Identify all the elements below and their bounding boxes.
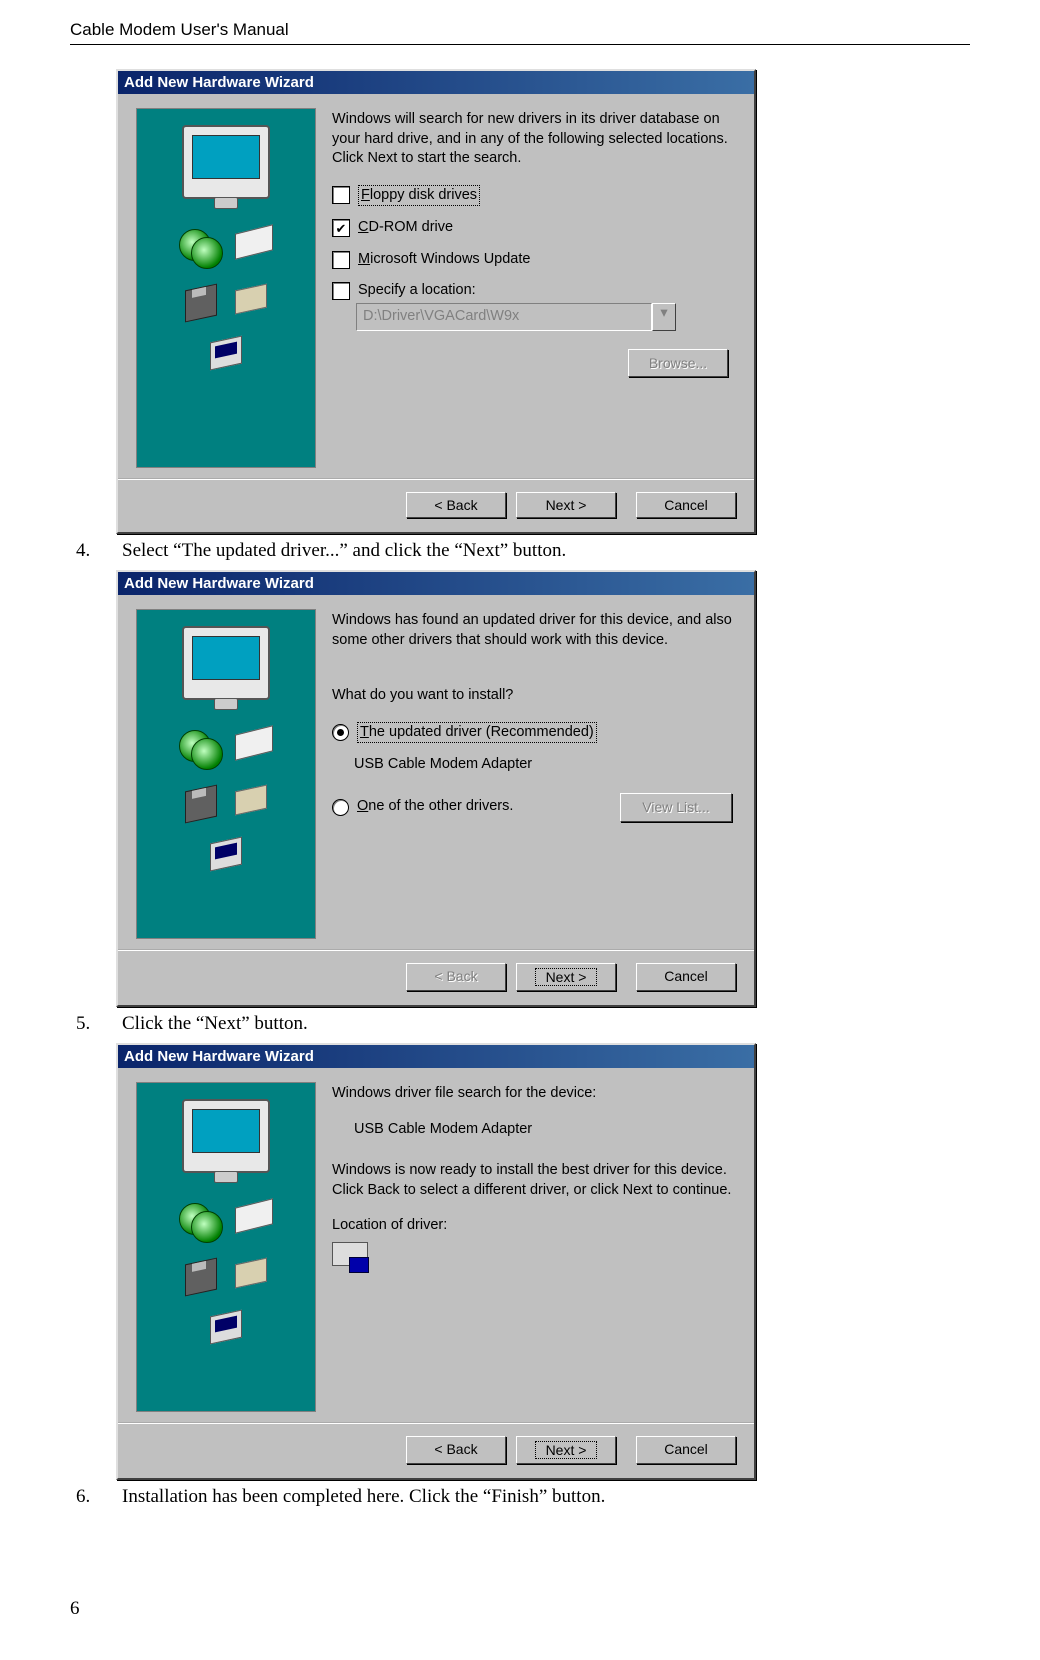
wizard-side-graphic xyxy=(136,108,316,468)
dropdown-icon: ▾ xyxy=(652,303,676,331)
step-number: 4. xyxy=(70,540,122,562)
dialog-intro-text: Windows has found an updated driver for … xyxy=(332,611,732,650)
back-button[interactable]: < Back xyxy=(406,492,506,518)
dialog-title: Add New Hardware Wizard xyxy=(118,572,754,595)
monitor-icon xyxy=(182,1099,270,1173)
floppy-icon xyxy=(185,284,217,323)
wizard-dialog-search-locations: Add New Hardware Wizard xyxy=(116,69,756,534)
radio-updated-driver[interactable]: The updated driver (Recommended) xyxy=(332,722,732,744)
box-icon xyxy=(235,1258,267,1289)
pc-icon xyxy=(210,837,242,872)
step-text: Click the “Next” button. xyxy=(122,1013,970,1035)
radio-label: One of the other drivers. xyxy=(357,797,513,817)
dialog-intro-text: Windows will search for new drivers in i… xyxy=(332,110,732,169)
wizard-dialog-choose-driver: Add New Hardware Wizard xyxy=(116,570,756,1007)
checkbox-label: CD-ROM drive xyxy=(358,218,453,238)
card-icon xyxy=(235,224,273,259)
step-number: 6. xyxy=(70,1486,122,1508)
radio-label: The updated driver (Recommended) xyxy=(357,722,597,744)
box-icon xyxy=(235,284,267,315)
checkbox-icon xyxy=(332,251,350,269)
back-button[interactable]: < Back xyxy=(406,1436,506,1464)
cancel-button[interactable]: Cancel xyxy=(636,492,736,518)
pc-icon xyxy=(210,1310,242,1345)
checkbox-specify-location[interactable]: Specify a location: xyxy=(332,281,732,301)
step-4: 4. Select “The updated driver...” and cl… xyxy=(70,540,970,562)
step-number: 5. xyxy=(70,1013,122,1035)
floppy-icon xyxy=(185,785,217,824)
checkbox-icon xyxy=(332,186,350,204)
cancel-button[interactable]: Cancel xyxy=(636,963,736,991)
checkbox-icon xyxy=(332,282,350,300)
detected-device-name: USB Cable Modem Adapter xyxy=(354,755,732,775)
wizard-dialog-ready-install: Add New Hardware Wizard xyxy=(116,1043,756,1480)
next-button[interactable]: Next > xyxy=(516,1436,616,1464)
checkbox-label: Specify a location: xyxy=(358,281,476,301)
wizard-side-graphic xyxy=(136,1082,316,1412)
dialog-title: Add New Hardware Wizard xyxy=(118,71,754,94)
checkbox-windows-update[interactable]: Microsoft Windows Update xyxy=(332,250,732,270)
checkbox-label: Microsoft Windows Update xyxy=(358,250,530,270)
next-button[interactable]: Next > xyxy=(516,492,616,518)
step-text: Installation has been completed here. Cl… xyxy=(122,1486,970,1508)
dialog-line2: Windows is now ready to install the best… xyxy=(332,1161,732,1200)
browse-button: Browse... xyxy=(628,349,728,378)
checkbox-label: Floppy disk drives xyxy=(358,185,480,207)
view-list-button: View List... xyxy=(620,793,732,822)
checkbox-cdrom[interactable]: CD-ROM drive xyxy=(332,218,732,238)
cd-icon xyxy=(179,1203,217,1241)
back-button: < Back xyxy=(406,963,506,991)
wizard-side-graphic xyxy=(136,609,316,939)
checkbox-floppy[interactable]: Floppy disk drives xyxy=(332,185,732,207)
dialog-question: What do you want to install? xyxy=(332,686,732,706)
cd-icon xyxy=(179,730,217,768)
radio-icon xyxy=(332,724,349,741)
box-icon xyxy=(235,785,267,816)
pc-icon xyxy=(210,336,242,371)
radio-icon xyxy=(332,799,349,816)
location-path-field: D:\Driver\VGACard\W9x ▾ xyxy=(356,303,676,331)
monitor-icon xyxy=(182,125,270,199)
page-number: 6 xyxy=(70,1598,970,1620)
dialog-title: Add New Hardware Wizard xyxy=(118,1045,754,1068)
step-5: 5. Click the “Next” button. xyxy=(70,1013,970,1035)
step-text: Select “The updated driver...” and click… xyxy=(122,540,970,562)
detected-device-name: USB Cable Modem Adapter xyxy=(354,1120,732,1140)
dialog-line1: Windows driver file search for the devic… xyxy=(332,1084,732,1104)
step-6: 6. Installation has been completed here.… xyxy=(70,1486,970,1508)
location-path-input: D:\Driver\VGACard\W9x xyxy=(356,303,652,331)
location-label: Location of driver: xyxy=(332,1216,732,1236)
card-icon xyxy=(235,725,273,760)
card-icon xyxy=(235,1198,273,1233)
next-button[interactable]: Next > xyxy=(516,963,616,991)
cd-icon xyxy=(179,229,217,267)
floppy-icon xyxy=(185,1258,217,1297)
checkbox-icon xyxy=(332,219,350,237)
drive-icon xyxy=(332,1242,368,1266)
monitor-icon xyxy=(182,626,270,700)
cancel-button[interactable]: Cancel xyxy=(636,1436,736,1464)
page-header: Cable Modem User's Manual xyxy=(70,20,970,45)
radio-other-drivers[interactable]: One of the other drivers. xyxy=(332,797,513,817)
